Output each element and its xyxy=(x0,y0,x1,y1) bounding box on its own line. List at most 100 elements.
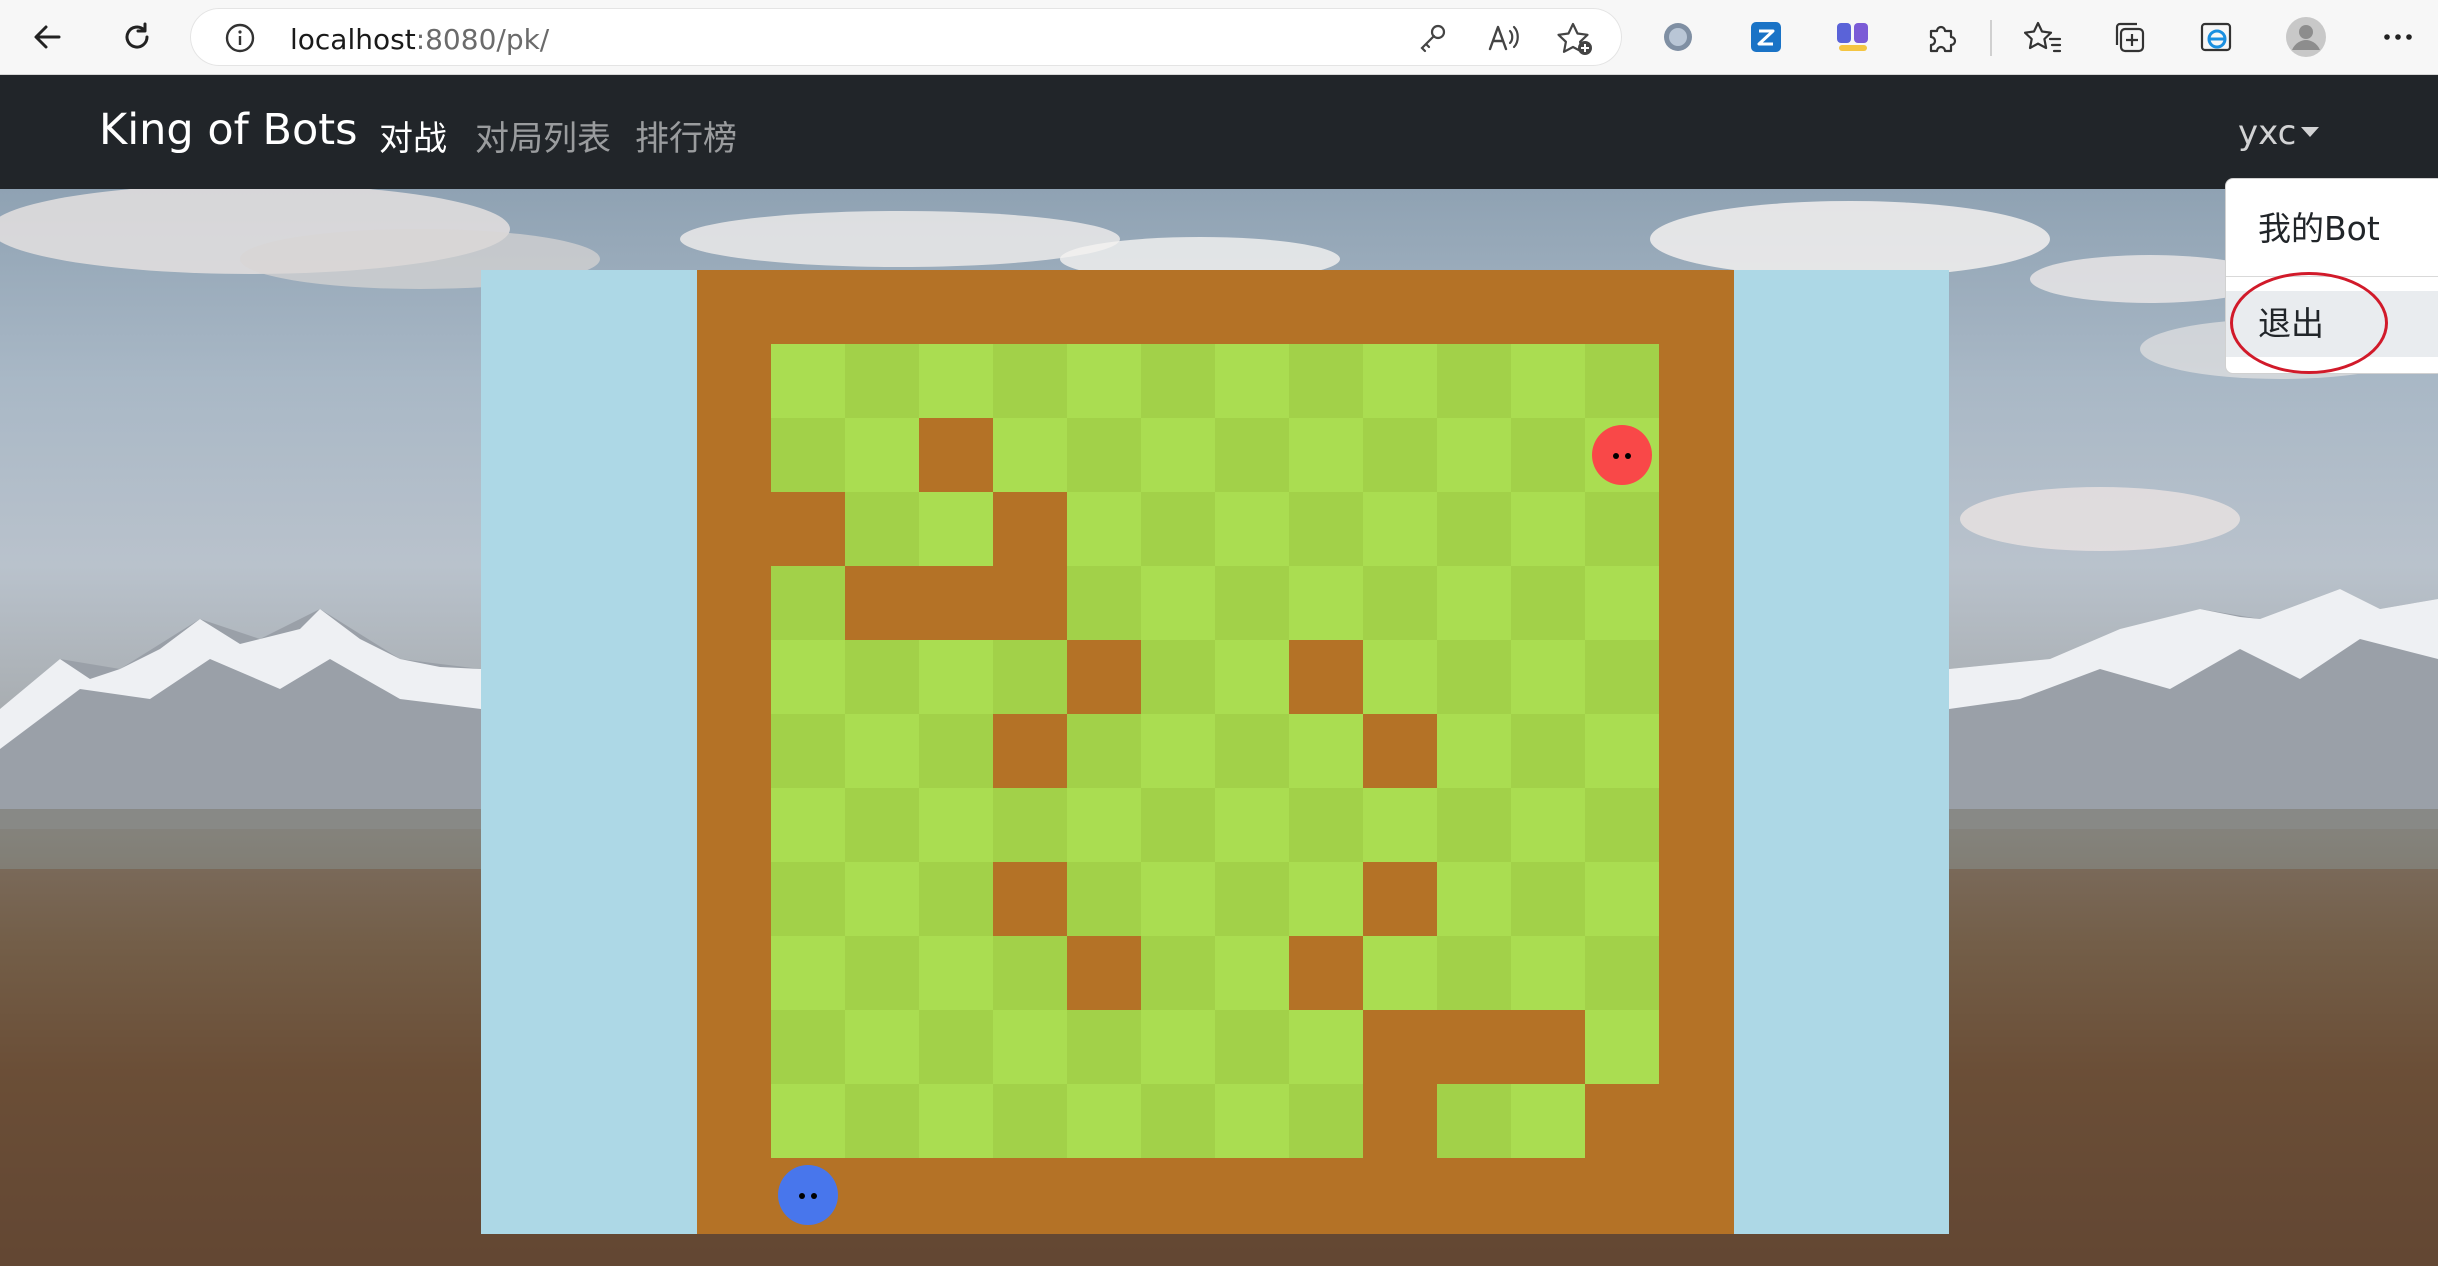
grass-cell xyxy=(1363,344,1437,418)
grass-cell xyxy=(1215,1010,1289,1084)
key-icon[interactable] xyxy=(1416,21,1450,59)
grass-cell xyxy=(845,1084,919,1158)
extension-circle-button[interactable] xyxy=(1655,14,1701,60)
nav-link-pk[interactable]: 对战 xyxy=(379,111,447,160)
grass-cell xyxy=(1289,862,1363,936)
grass-cell xyxy=(1585,344,1659,418)
grass-cell xyxy=(845,344,919,418)
grass-cell xyxy=(1067,418,1141,492)
grass-cell xyxy=(1215,640,1289,714)
snake-eye xyxy=(1625,453,1631,459)
grass-cell xyxy=(1585,788,1659,862)
grass-cell xyxy=(771,640,845,714)
grass-cell xyxy=(1585,936,1659,1010)
grass-cell xyxy=(993,418,1067,492)
grass-cell xyxy=(1437,344,1511,418)
grass-cell xyxy=(993,344,1067,418)
ie-mode-icon xyxy=(2200,22,2232,52)
grass-cell xyxy=(1141,862,1215,936)
translate-extension-button[interactable] xyxy=(1743,14,1789,60)
grass-cell xyxy=(1511,418,1585,492)
read-aloud-icon[interactable] xyxy=(1486,21,1522,59)
navbar-brand[interactable]: King of Bots xyxy=(99,105,358,155)
address-bar[interactable]: localhost:8080/pk/ xyxy=(190,8,1622,66)
grass-cell xyxy=(845,862,919,936)
grass-cell xyxy=(1363,936,1437,1010)
grass-cell xyxy=(1437,714,1511,788)
nav-link-ranklist[interactable]: 排行榜 xyxy=(635,111,737,160)
grass-cell xyxy=(1585,1010,1659,1084)
navbar: King of Bots 对战 对局列表 排行榜 yxc xyxy=(0,75,2438,189)
refresh-icon xyxy=(125,22,149,49)
puzzle-icon xyxy=(1929,25,1957,53)
more-button[interactable] xyxy=(2375,14,2421,60)
grass-cell xyxy=(1215,418,1289,492)
grass-cell xyxy=(1289,566,1363,640)
add-favorite-icon[interactable] xyxy=(1556,21,1594,61)
info-icon[interactable] xyxy=(224,22,256,58)
toolbar-separator xyxy=(1990,20,1992,56)
grass-cell xyxy=(1363,492,1437,566)
extension-circle-icon xyxy=(1664,23,1692,51)
grass-cell xyxy=(771,1084,845,1158)
snake-eye xyxy=(811,1193,817,1199)
ie-mode-button[interactable] xyxy=(2193,14,2239,60)
collections-extension-icon xyxy=(1837,23,1868,51)
grass-cell xyxy=(1437,1084,1511,1158)
grass-cell xyxy=(1067,862,1141,936)
collections-extension-button[interactable] xyxy=(1830,14,1876,60)
grass-cell xyxy=(1215,714,1289,788)
grass-cell xyxy=(845,1010,919,1084)
snake-eye xyxy=(1613,453,1619,459)
nav-link-record-list[interactable]: 对局列表 xyxy=(475,111,611,160)
grass-cell xyxy=(1511,640,1585,714)
grass-cell xyxy=(1511,788,1585,862)
back-button[interactable] xyxy=(24,14,70,60)
grass-cell xyxy=(845,788,919,862)
grass-cell xyxy=(1511,936,1585,1010)
grass-cell xyxy=(1511,492,1585,566)
collections-icon xyxy=(2115,22,2145,53)
extensions-button[interactable] xyxy=(1918,14,1964,60)
grass-cell xyxy=(1141,344,1215,418)
refresh-button[interactable] xyxy=(114,14,160,60)
grass-cell xyxy=(1215,492,1289,566)
grass-cell xyxy=(1289,1084,1363,1158)
grass-cell xyxy=(1585,492,1659,566)
grass-cell xyxy=(1141,566,1215,640)
caret-down-icon[interactable] xyxy=(2301,127,2319,137)
grass-cell xyxy=(1215,788,1289,862)
grass-cell xyxy=(1141,418,1215,492)
grass-cell xyxy=(1437,640,1511,714)
profile-button[interactable] xyxy=(2283,14,2329,60)
grass-cell xyxy=(993,640,1067,714)
back-icon xyxy=(34,25,61,49)
grass-cell xyxy=(1141,1010,1215,1084)
url-host: localhost xyxy=(290,23,416,56)
grass-cell xyxy=(1067,714,1141,788)
browser-toolbar: localhost:8080/pk/ xyxy=(0,0,2438,75)
collections-button[interactable] xyxy=(2106,14,2152,60)
grass-cell xyxy=(771,418,845,492)
grass-cell xyxy=(1437,862,1511,936)
grass-cell xyxy=(1215,344,1289,418)
grass-cell xyxy=(919,1084,993,1158)
grass-cell xyxy=(1289,714,1363,788)
grass-cell xyxy=(1437,566,1511,640)
grass-cell xyxy=(1511,1084,1585,1158)
profile-avatar-icon xyxy=(2286,17,2326,57)
grass-cell xyxy=(1289,418,1363,492)
grass-cell xyxy=(1141,1084,1215,1158)
grass-cell xyxy=(845,936,919,1010)
grass-cell xyxy=(919,714,993,788)
user-dropdown-toggle[interactable]: yxc xyxy=(2238,113,2296,153)
favorites-button[interactable] xyxy=(2020,14,2066,60)
dropdown-item-my-bot[interactable]: 我的Bot xyxy=(2226,202,2438,250)
grass-cell xyxy=(1437,492,1511,566)
grass-cell xyxy=(1363,640,1437,714)
grass-cell xyxy=(771,788,845,862)
url-text[interactable]: localhost:8080/pk/ xyxy=(290,23,549,56)
snake-blue xyxy=(778,1165,838,1225)
grass-cell xyxy=(993,936,1067,1010)
favorites-icon xyxy=(2024,21,2062,53)
